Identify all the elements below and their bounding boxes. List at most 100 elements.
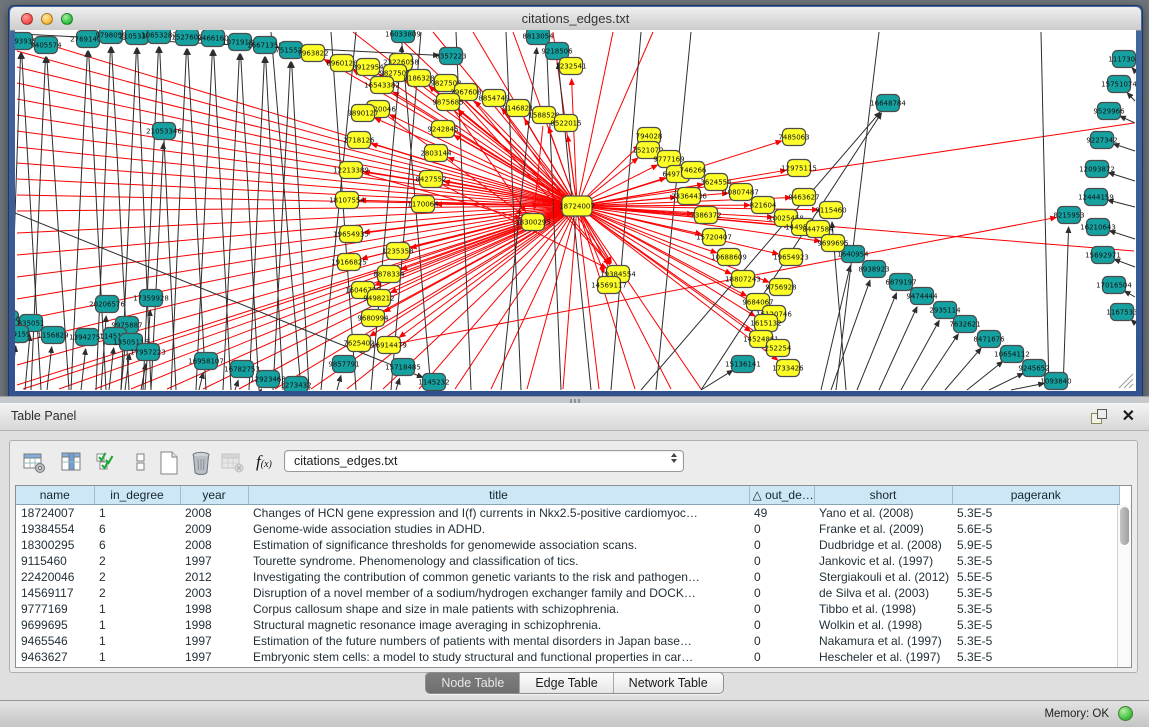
graph-node[interactable]: 17016504 <box>1096 277 1132 294</box>
table-cell[interactable]: 2003 <box>180 585 248 601</box>
table-cell[interactable]: 6 <box>94 521 180 537</box>
column-header-out_de[interactable]: △ out_de… <box>749 486 814 505</box>
table-cell[interactable]: 2009 <box>180 521 248 537</box>
graph-node[interactable]: 12213389 <box>333 162 369 179</box>
table-cell[interactable]: 1 <box>94 633 180 649</box>
column-header-in_degree[interactable]: in_degree <box>94 486 180 505</box>
table-cell[interactable]: 0 <box>749 569 814 585</box>
citation-network-graph[interactable]: 1693935940557427691406979805921053341106… <box>15 30 1136 391</box>
table-settings-icon[interactable] <box>22 450 48 476</box>
table-cell[interactable]: 2 <box>94 569 180 585</box>
table-cell[interactable]: 1 <box>94 617 180 633</box>
graph-node[interactable]: 19654923 <box>773 249 809 266</box>
table-row[interactable]: 946362711997Embryonic stem cells: a mode… <box>16 649 1120 665</box>
graph-node[interactable]: 8938923 <box>858 261 889 278</box>
table-cell[interactable]: 9465546 <box>16 633 94 649</box>
graph-node[interactable]: 20206576 <box>89 296 125 313</box>
graph-node[interactable]: 9245652 <box>1018 360 1049 377</box>
table-cell[interactable]: 18724007 <box>16 505 94 522</box>
table-cell[interactable]: 19384554 <box>16 521 94 537</box>
graph-node[interactable]: 2803144 <box>420 145 452 162</box>
graph-node[interactable]: 7625402 <box>343 335 374 352</box>
column-header-year[interactable]: year <box>180 486 248 505</box>
table-cell[interactable]: de Silva et al. (2003) <box>814 585 952 601</box>
table-cell[interactable]: 1997 <box>180 553 248 569</box>
graph-node[interactable]: 9699695 <box>817 235 848 252</box>
table-cell[interactable]: Changes of HCN gene expression and I(f) … <box>248 505 749 522</box>
graph-node[interactable]: 8357223 <box>435 48 466 65</box>
table-cell[interactable]: Tibbo et al. (1998) <box>814 601 952 617</box>
tab-network-table[interactable]: Network Table <box>614 673 723 693</box>
table-row[interactable]: 1938455462009Genome-wide association stu… <box>16 521 1120 537</box>
table-cell[interactable]: 1997 <box>180 649 248 665</box>
canvas-resize-grip[interactable] <box>1119 374 1133 388</box>
graph-node[interactable]: 9474444 <box>906 288 938 305</box>
graph-node[interactable]: 1145232 <box>418 374 449 391</box>
graph-node[interactable]: 9463627 <box>788 189 819 206</box>
column-header-pagerank[interactable]: pagerank <box>952 486 1120 505</box>
clear-selection-icon[interactable] <box>128 450 154 476</box>
graph-node[interactable]: 1273432 <box>280 377 311 392</box>
table-cell[interactable]: 2 <box>94 585 180 601</box>
table-cell[interactable]: 5.3E-5 <box>952 649 1120 665</box>
table-cell[interactable]: Yano et al. (2008) <box>814 505 952 522</box>
table-row[interactable]: 969969511998Structural magnetic resonanc… <box>16 617 1120 633</box>
graph-node[interactable]: 746266 <box>680 162 707 179</box>
graph-node[interactable]: 15720407 <box>696 229 732 246</box>
graph-node[interactable]: 16033809 <box>385 30 421 43</box>
table-cell[interactable]: 0 <box>749 537 814 553</box>
graph-node[interactable]: 939159 <box>15 326 30 343</box>
graph-node[interactable]: 1733426 <box>772 360 804 377</box>
table-row[interactable]: 977716911998Corpus callosum shape and si… <box>16 601 1120 617</box>
tab-edge-table[interactable]: Edge Table <box>520 673 613 693</box>
table-cell[interactable]: 5.3E-5 <box>952 585 1120 601</box>
table-scrollbar[interactable] <box>1117 505 1131 667</box>
graph-node[interactable]: 252254 <box>765 340 792 357</box>
table-row[interactable]: 1456911722003Disruption of a novel membe… <box>16 585 1120 601</box>
graph-node[interactable]: 16648784 <box>870 95 906 112</box>
table-cell[interactable]: 5.3E-5 <box>952 617 1120 633</box>
graph-node[interactable]: 10688609 <box>711 249 747 266</box>
panel-splitter[interactable] <box>0 396 1149 403</box>
graph-node[interactable]: 8522015 <box>550 115 581 132</box>
table-cell[interactable]: 2012 <box>180 569 248 585</box>
graph-node[interactable]: 12093872 <box>1079 161 1115 178</box>
table-cell[interactable]: 2008 <box>180 537 248 553</box>
graph-node[interactable]: 15718485 <box>385 359 421 376</box>
table-cell[interactable]: 0 <box>749 601 814 617</box>
graph-node[interactable]: 1170064 <box>407 196 439 213</box>
graph-node[interactable]: 1156829 <box>37 327 68 344</box>
table-cell[interactable]: 5.9E-5 <box>952 537 1120 553</box>
table-cell[interactable]: Nakamura et al. (1997) <box>814 633 952 649</box>
graph-node[interactable]: 8427552 <box>415 171 446 188</box>
table-cell[interactable]: 9463627 <box>16 649 94 665</box>
graph-node[interactable]: 8215953 <box>1053 207 1084 224</box>
table-cell[interactable]: 1 <box>94 649 180 665</box>
table-cell[interactable]: 5.3E-5 <box>952 505 1120 522</box>
table-cell[interactable]: Embryonic stem cells: a model to study s… <box>248 649 749 665</box>
column-header-title[interactable]: title <box>248 486 749 505</box>
delete-table-icon[interactable] <box>220 450 246 476</box>
graph-node[interactable]: 16958107 <box>188 353 224 370</box>
table-cell[interactable]: Jankovic et al. (1997) <box>814 553 952 569</box>
table-cell[interactable]: 1 <box>94 601 180 617</box>
graph-node[interactable]: 15136141 <box>725 356 761 373</box>
show-columns-icon[interactable] <box>59 450 85 476</box>
column-header-short[interactable]: short <box>814 486 952 505</box>
graph-node[interactable]: 7632621 <box>949 316 980 333</box>
table-cell[interactable]: 2008 <box>180 505 248 522</box>
table-cell[interactable]: Tourette syndrome. Phenomenology and cla… <box>248 553 749 569</box>
table-cell[interactable]: Disruption of a novel member of a sodium… <box>248 585 749 601</box>
graph-node[interactable]: 7485063 <box>778 129 809 146</box>
network-view-window[interactable]: citations_edges.txt 16939359405574276914… <box>8 5 1143 398</box>
table-cell[interactable]: Franke et al. (2009) <box>814 521 952 537</box>
graph-node[interactable]: 8878334 <box>373 266 405 283</box>
graph-node[interactable]: 15751074 <box>1101 76 1136 93</box>
graph-node[interactable]: 9756928 <box>765 279 796 296</box>
graph-node[interactable]: 16914479 <box>371 337 407 354</box>
graph-node[interactable]: 12975115 <box>781 160 817 177</box>
graph-node[interactable]: 1093840 <box>1040 373 1071 390</box>
table-cell[interactable]: 0 <box>749 633 814 649</box>
table-cell[interactable]: Estimation of significance thresholds fo… <box>248 537 749 553</box>
table-cell[interactable]: 0 <box>749 585 814 601</box>
